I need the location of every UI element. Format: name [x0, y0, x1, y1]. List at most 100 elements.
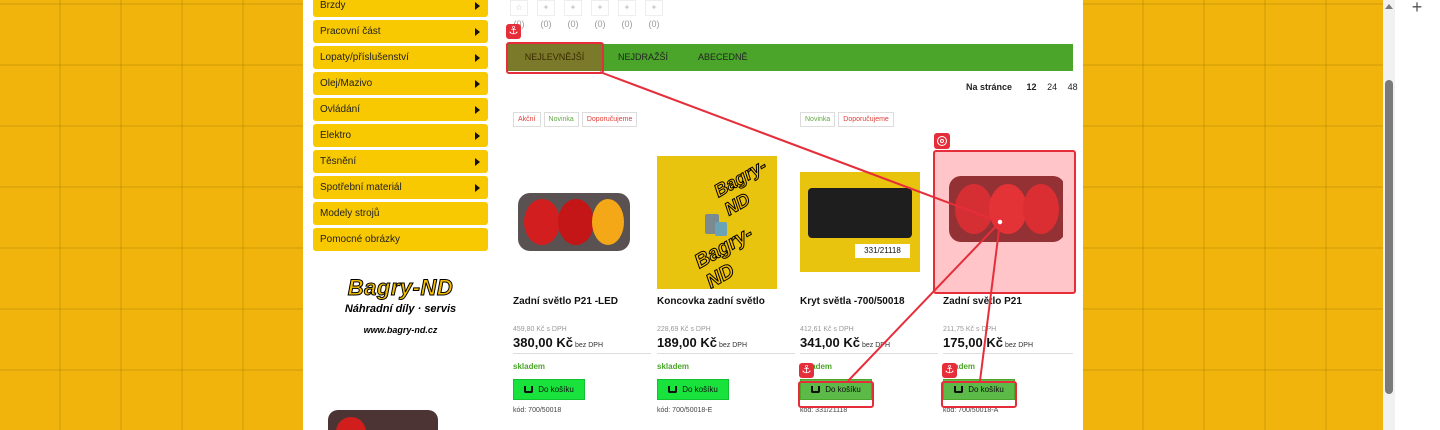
caret-right-icon: [475, 1, 480, 10]
image-watermark: Bagry-ND: [690, 222, 757, 289]
tag-doporucujeme: Doporučujeme: [838, 112, 894, 127]
product-image[interactable]: 331/21118: [800, 156, 920, 289]
background-right: [1083, 0, 1383, 430]
category-elektro[interactable]: Elektro: [313, 124, 488, 147]
category-modely[interactable]: Modely strojů: [313, 202, 488, 225]
category-tesneni[interactable]: Těsnění: [313, 150, 488, 173]
caret-right-icon: [475, 105, 480, 114]
product-code: kód: 700/50018: [513, 407, 562, 414]
anchor-icon: ⚓: [799, 363, 814, 378]
target-icon: [934, 133, 950, 149]
price-note: bez DPH: [575, 342, 604, 349]
category-label: Ovládání: [320, 104, 361, 115]
rating-option[interactable]: ✦ (0): [537, 0, 555, 29]
tag-novinka: Novinka: [543, 112, 579, 127]
divider: [943, 353, 1073, 354]
sort-alphabetical-tab[interactable]: ABECEDNĚ: [683, 44, 763, 71]
product-name[interactable]: Zadní světlo P21 -LED: [513, 296, 648, 326]
product-card: Novinka Doporučujeme 331/21118 Kryt svět…: [800, 112, 938, 414]
product-card: Akční Novinka Doporučujeme Zadní světlo …: [513, 112, 651, 414]
price-note: bez DPH: [719, 342, 748, 349]
add-to-cart-button[interactable]: Do košíku: [657, 379, 729, 400]
product-image[interactable]: Bagry-ND Bagry-ND: [657, 156, 777, 289]
rating-option[interactable]: ✦ (0): [591, 0, 609, 29]
category-label: Pomocné obrázky: [320, 234, 401, 245]
rating-filter: ☆ (0) ✦ (0) ✦ (0) ✦ (0) ✦ (0) ✦ (0): [510, 0, 663, 29]
background-left: [0, 0, 303, 430]
category-ovladani[interactable]: Ovládání: [313, 98, 488, 121]
category-pracovni-cast[interactable]: Pracovní část: [313, 20, 488, 43]
category-label: Brzdy: [320, 0, 346, 11]
category-label: Olej/Mazivo: [320, 78, 373, 89]
price-with-vat: 211,75 Kč s DPH: [943, 326, 997, 333]
product-image[interactable]: [513, 156, 633, 289]
highlight-cart-button: [798, 381, 874, 408]
category-label: Lopaty/příslušenství: [320, 52, 409, 63]
price-with-vat: 412,61 Kč s DPH: [800, 326, 854, 333]
per-page-option-24[interactable]: 24: [1047, 82, 1057, 92]
rating-count: (0): [567, 19, 579, 29]
logo-tagline: Náhradní díly · servis: [344, 303, 457, 315]
logo-url: www.bagry-nd.cz: [363, 325, 438, 335]
price-value: 189,00 Kč: [657, 335, 717, 350]
price-value: 341,00 Kč: [800, 335, 860, 350]
highlight-product-image: [933, 150, 1076, 294]
category-lopaty[interactable]: Lopaty/příslušenství: [313, 46, 488, 69]
per-page-option-12[interactable]: 12: [1027, 82, 1037, 92]
per-page-option-48[interactable]: 48: [1068, 82, 1078, 92]
sidebar-product-image[interactable]: [328, 410, 438, 430]
add-to-cart-button[interactable]: Do košíku: [513, 379, 585, 400]
rating-option[interactable]: ✦ (0): [618, 0, 636, 29]
product-code: kód: 700/50018-A: [943, 407, 999, 414]
divider: [800, 353, 938, 354]
star-icon: ☆: [510, 0, 528, 16]
product-tags: Akční Novinka Doporučujeme: [513, 112, 648, 146]
highlight-sort-tab: [506, 42, 604, 74]
sort-most-expensive-tab[interactable]: NEJDRAŽŠÍ: [603, 44, 683, 71]
category-sidebar: Brzdy Pracovní část Lopaty/příslušenství…: [313, 0, 488, 254]
product-tags: Novinka Doporučujeme: [800, 112, 935, 146]
plus-icon[interactable]: +: [1408, 0, 1426, 16]
category-pomocne[interactable]: Pomocné obrázky: [313, 228, 488, 251]
star-icon: ✦: [591, 0, 609, 16]
product-code: kód: 331/21118: [800, 407, 848, 414]
price-with-vat: 228,69 Kč s DPH: [657, 326, 711, 333]
product-name[interactable]: Kryt světla -700/50018: [800, 296, 935, 326]
brand-logo[interactable]: Bagry-ND Náhradní díly · servis www.bagr…: [313, 275, 488, 336]
star-icon: ✦: [537, 0, 555, 16]
product-name[interactable]: Koncovka zadní světlo: [657, 296, 792, 326]
price-without-vat: 189,00 Kč bez DPH: [657, 335, 792, 350]
cart-icon: [524, 386, 534, 393]
scrollbar-thumb[interactable]: [1385, 80, 1393, 394]
category-label: Pracovní část: [320, 26, 381, 37]
rating-option[interactable]: ✦ (0): [645, 0, 663, 29]
star-icon: ✦: [645, 0, 663, 16]
rating-count: (0): [621, 19, 633, 29]
category-label: Elektro: [320, 130, 352, 141]
stock-status: skladem: [657, 362, 690, 371]
category-brzdy[interactable]: Brzdy: [313, 0, 488, 17]
tag-novinka: Novinka: [800, 112, 836, 127]
highlight-cart-button: [941, 381, 1017, 408]
divider: [657, 353, 795, 354]
category-spotrebni[interactable]: Spotřební materiál: [313, 176, 488, 199]
anchor-icon: ⚓: [506, 24, 521, 39]
caret-right-icon: [475, 27, 480, 36]
anchor-icon: ⚓: [942, 363, 957, 378]
price-with-vat: 459,80 Kč s DPH: [513, 326, 567, 333]
product-name[interactable]: Zadní světlo P21: [943, 296, 1078, 326]
scroll-up-icon[interactable]: [1385, 4, 1393, 9]
caret-right-icon: [475, 79, 480, 88]
caret-right-icon: [475, 157, 480, 166]
price-note: bez DPH: [1005, 342, 1034, 349]
stock-status: skladem: [943, 362, 976, 371]
product-tags: [943, 112, 1078, 146]
stock-status: skladem: [800, 362, 833, 371]
image-watermark: Bagry-ND: [710, 156, 770, 220]
rating-count: (0): [648, 19, 660, 29]
star-icon: ✦: [564, 0, 582, 16]
category-olej[interactable]: Olej/Mazivo: [313, 72, 488, 95]
image-label: 331/21118: [855, 244, 910, 258]
rating-option[interactable]: ✦ (0): [564, 0, 582, 29]
price-value: 380,00 Kč: [513, 335, 573, 350]
